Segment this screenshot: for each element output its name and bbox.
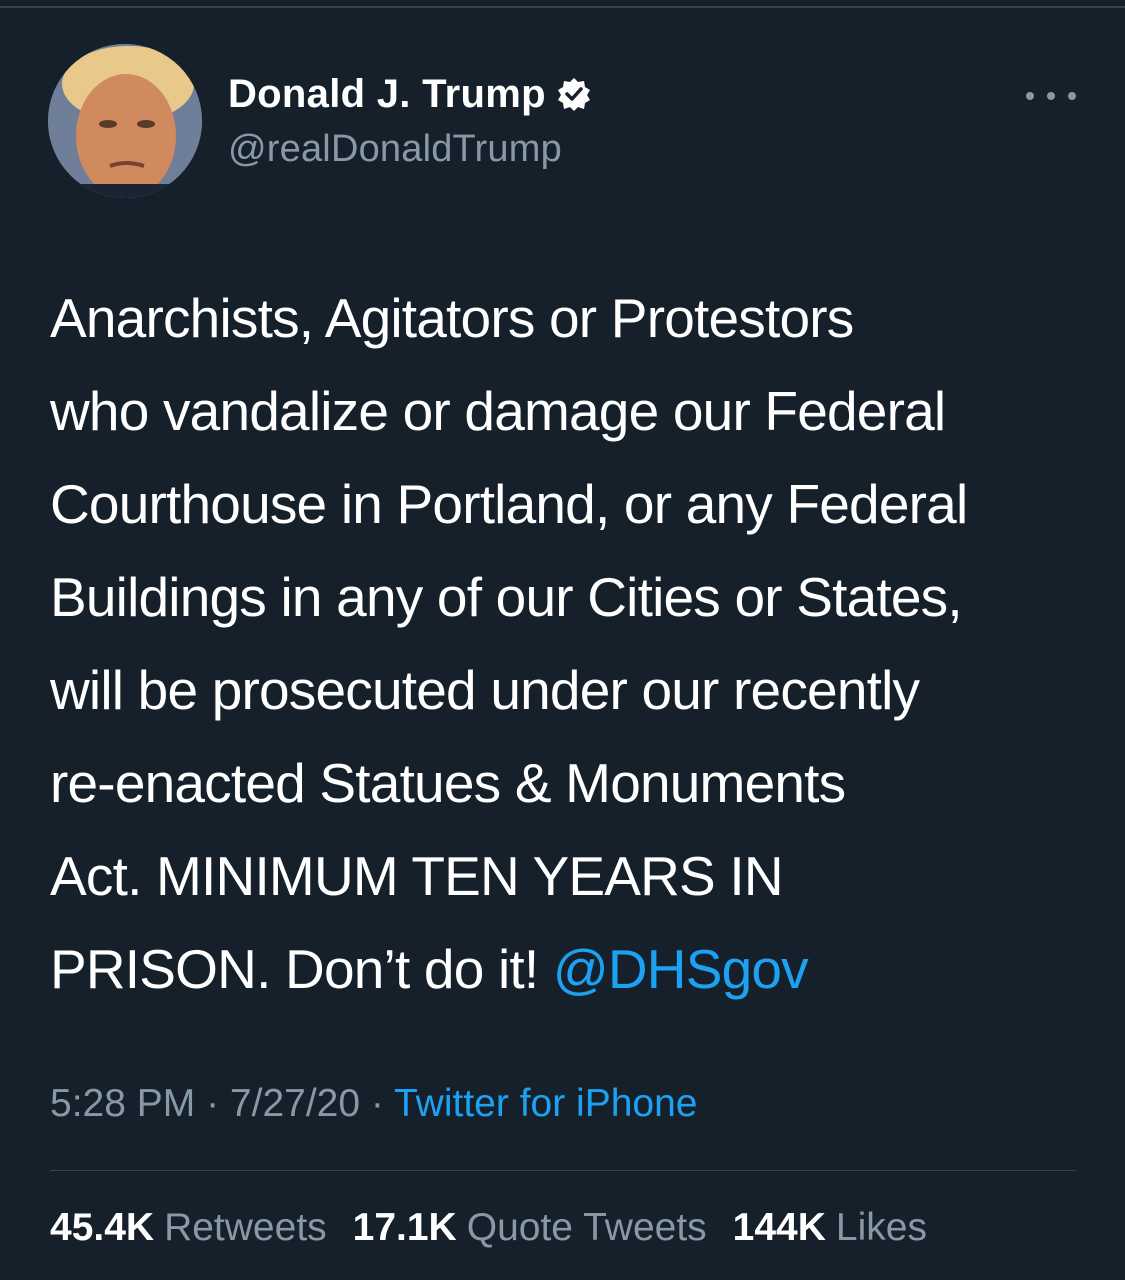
tweet-line-last: PRISON. Don’t do it! @DHSgov (50, 923, 1090, 1016)
avatar[interactable] (48, 44, 202, 198)
tweet-time: 5:28 PM (50, 1082, 196, 1125)
tweet-line: who vandalize or damage our Federal (50, 380, 946, 442)
more-dot (1047, 92, 1055, 100)
tweet-line: re-enacted Statues & Monuments (50, 752, 846, 814)
stats-divider (50, 1170, 1076, 1171)
more-options-icon[interactable] (1026, 78, 1076, 114)
tweet-meta: 5:28 PM · 7/27/20 · Twitter for iPhone (50, 1082, 697, 1126)
retweets-label: Retweets (164, 1206, 327, 1249)
verified-badge-icon (556, 76, 592, 112)
meta-separator: · (195, 1082, 230, 1125)
likes-label: Likes (835, 1206, 927, 1249)
tweet-text: Anarchists, Agitators or Protestors who … (50, 272, 1090, 1016)
tweet-date[interactable]: 7/27/20 (230, 1082, 360, 1125)
tweet-source-link[interactable]: Twitter for iPhone (394, 1082, 697, 1125)
tweet-line: Anarchists, Agitators or Protestors (50, 287, 854, 349)
display-name[interactable]: Donald J. Trump (228, 72, 546, 117)
tweet-line: Act. MINIMUM TEN YEARS IN (50, 845, 784, 907)
tweet-line-text: PRISON. Don’t do it! (50, 938, 553, 1000)
name-row: Donald J. Trump (228, 68, 592, 120)
quote-tweets-label: Quote Tweets (466, 1206, 707, 1249)
tweet-line: Courthouse in Portland, or any Federal (50, 473, 968, 535)
likes-count: 144K (732, 1206, 826, 1249)
tweet-line: Buildings in any of our Cities or States… (50, 566, 963, 628)
profile-photo-icon (48, 44, 202, 198)
tweet-line: will be prosecuted under our recently (50, 659, 920, 721)
author-block: Donald J. Trump @realDonaldTrump (228, 68, 592, 171)
handle[interactable]: @realDonaldTrump (228, 128, 592, 171)
quote-tweets-count: 17.1K (352, 1206, 457, 1249)
engagement-stats: 45.4K Retweets 17.1K Quote Tweets 144K Like… (50, 1206, 953, 1250)
mention-link[interactable]: @DHSgov (553, 938, 809, 1000)
tweet-detail: Donald J. Trump @realDonaldTrump Anarchi… (0, 0, 1125, 1280)
likes-stat[interactable]: 144K Likes (733, 1206, 927, 1250)
retweets-stat[interactable]: 45.4K Retweets (50, 1206, 327, 1250)
meta-separator: · (360, 1082, 395, 1125)
retweets-count: 45.4K (50, 1206, 155, 1249)
quote-tweets-stat[interactable]: 17.1K Quote Tweets (353, 1206, 707, 1250)
more-dot (1026, 92, 1034, 100)
more-dot (1068, 92, 1076, 100)
